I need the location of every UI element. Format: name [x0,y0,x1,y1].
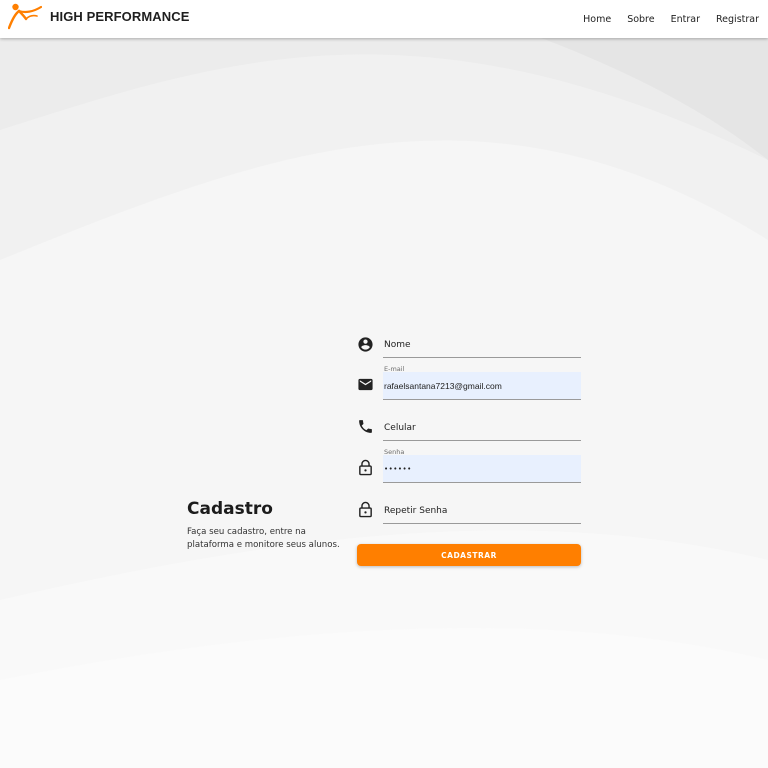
page-title: Cadastro [187,499,273,519]
account-circle-icon [358,337,373,352]
phone-icon [359,420,372,433]
senha-input[interactable] [384,463,577,475]
celular-input[interactable] [384,422,577,434]
email-label: E-mail [384,365,405,373]
senha-field: Senha [357,447,581,483]
intro-section: Cadastro Faça seu cadastro, entre na pla… [187,498,347,551]
brand-name: HIGH PERFORMANCE [50,8,190,24]
cadastrar-button[interactable]: CADASTRAR [357,544,581,566]
lock-icon [359,459,372,476]
lock-icon [359,501,372,518]
repetir-senha-input[interactable] [384,505,577,517]
top-navbar: HIGH PERFORMANCE Home Sobre Entrar Regis… [0,0,768,38]
repetir-senha-field [357,499,581,524]
nav-registrar-link[interactable]: Registrar [716,14,759,25]
nav-entrar-link[interactable]: Entrar [671,14,700,25]
page-description: Faça seu cadastro, entre na plataforma e… [187,527,340,550]
main-nav: Home Sobre Entrar Registrar [583,0,759,38]
senha-label: Senha [384,448,405,456]
celular-field [357,416,581,441]
nome-field [357,334,581,358]
nome-input[interactable] [384,339,577,351]
nav-home-link[interactable]: Home [583,14,611,25]
running-figure-logo-icon [8,3,42,30]
nav-sobre-link[interactable]: Sobre [627,14,654,25]
email-field: E-mail [357,364,581,400]
email-input[interactable] [384,380,577,392]
mail-icon [358,378,373,391]
brand[interactable]: HIGH PERFORMANCE [8,2,190,30]
